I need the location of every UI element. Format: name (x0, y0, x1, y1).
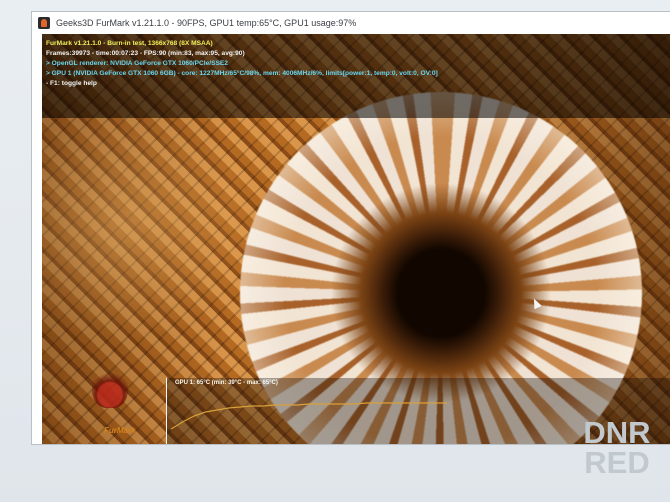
furmark-window[interactable]: Geeks3D FurMark v1.21.1.0 - 90FPS, GPU1 … (32, 12, 670, 444)
watermark-line-2: RED (584, 445, 650, 480)
furmark-app-icon (38, 17, 50, 29)
dnr-red-watermark: DNR RED (578, 415, 656, 484)
furmark-flame-logo-icon (92, 364, 128, 408)
overlay-line-help: - F1: toggle help (46, 80, 97, 87)
overlay-line-renderer: > OpenGL renderer: NVIDIA GeForce GTX 10… (46, 60, 228, 67)
stats-overlay: FurMark v1.21.1.0 - Burn-in test, 1366x7… (42, 34, 670, 118)
window-title: Geeks3D FurMark v1.21.1.0 - 90FPS, GPU1 … (56, 18, 357, 28)
temperature-graph-label: GPU 1: 65°C (min: 39°C - max: 65°C) (175, 380, 278, 386)
temperature-line (170, 402, 447, 430)
render-viewport[interactable]: FurMark v1.21.1.0 - Burn-in test, 1366x7… (42, 34, 670, 444)
overlay-line-gpu: > GPU 1 (NVIDIA GeForce GTX 1060 6GB) - … (46, 70, 438, 77)
overlay-line-frames: Frames:39973 - time:00:07:23 - FPS:90 (m… (46, 50, 245, 57)
title-bar[interactable]: Geeks3D FurMark v1.21.1.0 - 90FPS, GPU1 … (32, 12, 670, 34)
watermark-line-1: DNR (583, 415, 651, 450)
furmark-logo-text: FurMark (104, 426, 136, 435)
overlay-line-title: FurMark v1.21.1.0 - Burn-in test, 1366x7… (46, 40, 213, 47)
